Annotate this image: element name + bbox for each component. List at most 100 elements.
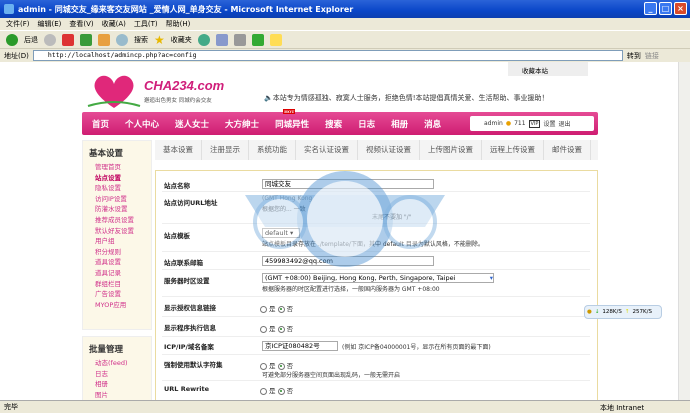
excel-icon[interactable] <box>251 33 264 46</box>
site-url-input[interactable]: (GMT Hong Kong <box>262 195 312 202</box>
sidebar-item[interactable]: 道具记录 <box>95 268 151 279</box>
menu-view[interactable]: 查看(V) <box>69 19 93 29</box>
settings-tab[interactable]: 基本设置 <box>155 140 202 160</box>
sidebar-item[interactable]: 推荐成员设置 <box>95 215 151 226</box>
favorites-icon[interactable]: ★ <box>154 33 165 47</box>
username-link[interactable]: admin <box>484 120 503 127</box>
nav-blog[interactable]: 日志 <box>358 118 375 130</box>
accelerator-icon[interactable]: ● <box>587 309 592 315</box>
radio-yes[interactable] <box>260 387 267 395</box>
sidebar-item[interactable]: 防灌水设置 <box>95 204 151 215</box>
nav-album[interactable]: 相册 <box>391 118 408 130</box>
links-button[interactable]: 链接 <box>645 51 659 61</box>
sidebar-item[interactable]: 隐私设置 <box>95 183 151 194</box>
address-bar: 地址(D) http://localhost/admincp.php?ac=co… <box>0 48 690 62</box>
nav-local[interactable]: HOT 同城异性 <box>275 108 309 130</box>
sidebar-item[interactable]: 广告设置 <box>95 289 151 300</box>
site-logo[interactable]: CHA234.com 邂逅出色男女 同城约会交友 <box>86 72 236 112</box>
sidebar-item[interactable]: 日志 <box>95 369 151 380</box>
menu-help[interactable]: 帮助(H) <box>166 19 191 29</box>
sidebar-item[interactable]: 访问IP设置 <box>95 194 151 205</box>
settings-tab[interactable]: 远程上传设置 <box>482 140 544 160</box>
radio-yes[interactable] <box>260 362 267 370</box>
favorites-button[interactable]: 收藏夹 <box>171 35 192 45</box>
sidebar-item[interactable]: 站点设置 <box>95 173 151 184</box>
radio-no[interactable] <box>277 362 285 370</box>
home-icon[interactable] <box>98 33 110 46</box>
row-debug: 显示程序执行信息 是 否 <box>162 317 590 337</box>
rewrite-radios[interactable]: 是 否 <box>260 385 293 395</box>
sidebar-item[interactable]: 用户组 <box>95 236 151 247</box>
label: 站点联系邮箱 <box>164 259 203 267</box>
settings-tab[interactable]: 注册显示 <box>202 140 249 160</box>
nav-home[interactable]: 首页 <box>92 118 109 130</box>
debug-radios[interactable]: 是 否 <box>260 323 293 333</box>
row-template: 站点模板 default ▾ 站点模板目录存放在 ./template/下面，其中 … <box>162 224 590 252</box>
radio-no[interactable] <box>277 305 285 313</box>
settings-tab[interactable]: 邮件设置 <box>544 140 591 160</box>
minimize-button[interactable]: _ <box>644 2 657 15</box>
nav-ladies[interactable]: 迷人女士 <box>175 118 209 130</box>
search-button[interactable]: 搜索 <box>134 35 148 45</box>
settings-tab[interactable]: 视频认证设置 <box>358 140 420 160</box>
forward-icon[interactable] <box>44 33 56 46</box>
go-button[interactable]: 转到 <box>627 51 641 61</box>
close-button[interactable]: × <box>674 2 687 15</box>
bookmark-site-link[interactable]: 收藏本站 <box>508 62 588 76</box>
menu-edit[interactable]: 编辑(E) <box>38 19 62 29</box>
menu-file[interactable]: 文件(F) <box>6 19 30 29</box>
sidebar-item[interactable]: 管理首页 <box>95 162 151 173</box>
refresh-icon[interactable] <box>80 33 92 46</box>
license-radios[interactable]: 是 否 <box>260 303 293 313</box>
settings-link[interactable]: 设置 <box>543 119 555 128</box>
radio-yes[interactable] <box>260 305 267 313</box>
note-icon[interactable] <box>269 33 282 46</box>
sidebar-item[interactable]: 群组栏目 <box>95 279 151 290</box>
back-button[interactable]: 后退 <box>24 35 38 45</box>
timezone-select[interactable]: (GMT +08:00) Beijing, Hong Kong, Perth, … <box>262 273 494 283</box>
vertical-scrollbar[interactable] <box>678 62 690 400</box>
address-input[interactable]: http://localhost/admincp.php?ac=config <box>32 50 623 61</box>
stop-icon[interactable] <box>62 33 74 46</box>
mail-icon[interactable] <box>215 33 228 46</box>
nav-messages[interactable]: 消息 <box>424 118 441 130</box>
print-icon[interactable] <box>233 33 246 46</box>
template-select[interactable]: default ▾ <box>262 228 300 238</box>
sidebar-item[interactable]: MYOP应用 <box>95 300 151 311</box>
speed-widget: ● ↓ 128K/S ↑ 257K/S <box>584 305 662 319</box>
settings-tab[interactable]: 系统功能 <box>249 140 296 160</box>
no-label: 否 <box>286 325 294 333</box>
nav-search[interactable]: 搜索 <box>325 118 342 130</box>
icp-input[interactable]: 京ICP证080482号 <box>262 341 338 351</box>
sidebar-basic: 基本设置 管理首页 站点设置 隐私设置 访问IP设置 防灌水设置 推荐成员设置 默认好友设置… <box>82 140 152 330</box>
menu-favorites[interactable]: 收藏(A) <box>102 19 126 29</box>
no-label: 否 <box>286 387 294 395</box>
sidebar-item[interactable]: 积分规则 <box>95 247 151 258</box>
brand-name: CHA234.com <box>144 78 225 93</box>
sidebar-item[interactable]: 道具设置 <box>95 257 151 268</box>
radio-yes[interactable] <box>260 325 267 333</box>
settings-tab[interactable]: 上传图片设置 <box>420 140 482 160</box>
radio-no[interactable] <box>277 387 285 395</box>
back-icon[interactable] <box>6 33 18 46</box>
history-icon[interactable] <box>197 33 210 46</box>
search-icon[interactable] <box>116 33 128 46</box>
sidebar-item[interactable]: 默认好友设置 <box>95 226 151 237</box>
settings-tab[interactable]: 实名认证设置 <box>296 140 358 160</box>
sidebar-item[interactable]: 相册 <box>95 379 151 390</box>
email-input[interactable]: 459983492@qq.com <box>262 256 434 266</box>
help: 末尾不要加 "/" <box>372 214 412 221</box>
sidebar-item[interactable]: 动态(feed) <box>95 358 151 369</box>
sidebar-item[interactable]: 图片 <box>95 390 151 400</box>
maximize-button[interactable]: □ <box>659 2 672 15</box>
logout-link[interactable]: 退出 <box>558 119 570 128</box>
charset-radios[interactable]: 是 否 <box>260 360 293 370</box>
bookmark-label: 收藏本站 <box>522 67 548 75</box>
points: 711 <box>514 120 526 127</box>
radio-no[interactable] <box>277 325 285 333</box>
menu-tools[interactable]: 工具(T) <box>134 19 158 29</box>
nav-personal-center[interactable]: 个人中心 <box>125 118 159 130</box>
row-email: 站点联系邮箱 459983492@qq.com <box>162 252 590 270</box>
nav-gentlemen[interactable]: 大方绅士 <box>225 118 259 130</box>
site-name-input[interactable]: 同城交友 <box>262 179 434 189</box>
